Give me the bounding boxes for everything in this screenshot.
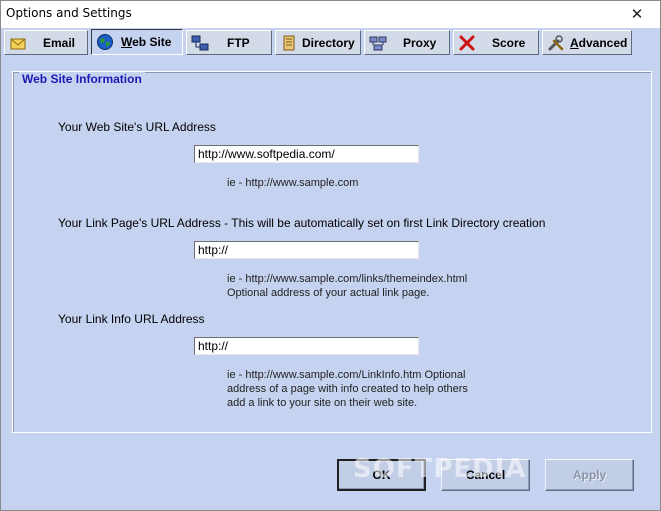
tab-web-site-label: Web Site <box>121 35 172 49</box>
group-title: Web Site Information <box>19 72 145 86</box>
tab-advanced-label: Advanced <box>570 36 628 50</box>
link-page-input[interactable] <box>194 241 419 259</box>
directory-icon <box>280 34 298 52</box>
tab-advanced[interactable]: Advanced <box>542 30 632 55</box>
tab-ftp-label: FTP <box>227 36 250 50</box>
globe-icon <box>96 33 114 51</box>
url-hint: ie - http://www.sample.com <box>227 177 359 189</box>
apply-button[interactable]: Apply <box>545 459 634 491</box>
proxy-icon <box>369 34 387 52</box>
close-button[interactable]: ✕ <box>614 1 660 28</box>
tab-bar: Email Web Site FTP Directory Proxy Score… <box>1 29 660 56</box>
window-title: Options and Settings <box>6 6 132 20</box>
tab-email[interactable]: Email <box>4 30 88 55</box>
tab-directory[interactable]: Directory <box>275 30 361 55</box>
link-page-label: Your Link Page's URL Address - This will… <box>58 216 546 230</box>
options-window: Options and Settings ✕ Email Web Site FT… <box>0 0 661 511</box>
link-info-hint-3: add a link to your site on their web sit… <box>227 397 418 409</box>
tab-web-site[interactable]: Web Site <box>91 29 183 55</box>
url-label: Your Web Site's URL Address <box>58 120 216 134</box>
tab-proxy-label: Proxy <box>403 36 437 50</box>
link-page-hint-example: ie - http://www.sample.com/links/themein… <box>227 273 468 285</box>
url-input[interactable] <box>194 145 419 163</box>
tab-proxy[interactable]: Proxy <box>364 30 450 55</box>
score-x-icon <box>458 34 476 52</box>
network-icon <box>191 34 209 52</box>
tab-score[interactable]: Score <box>453 30 539 55</box>
envelope-icon <box>9 34 27 52</box>
tab-score-label: Score <box>492 36 526 50</box>
tab-directory-label: Directory <box>302 36 355 50</box>
tab-ftp[interactable]: FTP <box>186 30 272 55</box>
tab-email-label: Email <box>43 36 76 50</box>
softpedia-watermark: SOFTPEDIA <box>353 454 527 484</box>
tools-icon <box>547 34 565 52</box>
link-info-hint-2: address of a page with info created to h… <box>227 383 468 395</box>
link-info-input[interactable] <box>194 337 419 355</box>
link-info-hint-1: ie - http://www.sample.com/LinkInfo.htm … <box>227 369 466 381</box>
link-info-label: Your Link Info URL Address <box>58 312 205 326</box>
link-page-hint-optional: Optional address of your actual link pag… <box>227 287 430 299</box>
title-bar: Options and Settings ✕ <box>1 1 660 28</box>
